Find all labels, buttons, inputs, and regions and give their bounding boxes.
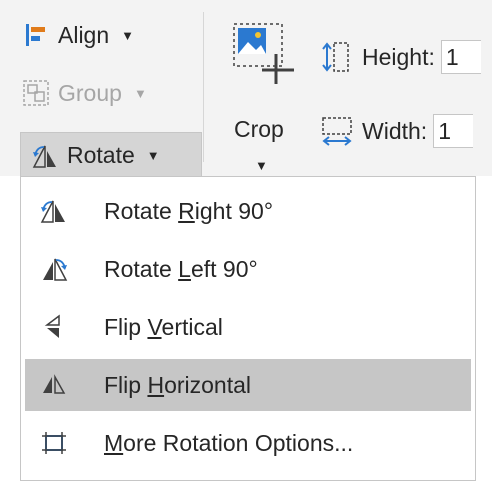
rotate-icon xyxy=(31,142,59,170)
rotate-button[interactable]: Rotate ▼ xyxy=(20,132,202,178)
menu-item-more-rotation-options[interactable]: More Rotation Options... xyxy=(25,417,471,469)
crop-button[interactable]: Crop ▼ xyxy=(226,20,312,175)
rotate-left-icon xyxy=(37,252,71,286)
menu-item-label: Rotate Left 90° xyxy=(104,255,258,282)
chevron-down-icon: ▼ xyxy=(121,27,135,43)
height-input[interactable]: 1 xyxy=(440,40,481,74)
height-control: Height: 1 xyxy=(320,40,481,74)
menu-item-label: Flip Vertical xyxy=(104,313,223,340)
width-icon xyxy=(320,114,354,148)
chevron-down-icon: ▼ xyxy=(255,158,268,173)
menu-item-rotate-right-90[interactable]: Rotate Right 90° xyxy=(25,185,471,237)
group-label: Group xyxy=(58,79,122,106)
menu-item-rotate-left-90[interactable]: Rotate Left 90° xyxy=(25,243,471,295)
ribbon-separator xyxy=(203,12,204,162)
rotate-dropdown-menu: Rotate Right 90° Rotate Left 90° Flip Ve… xyxy=(20,176,476,481)
menu-item-flip-vertical[interactable]: Flip Vertical xyxy=(25,301,471,353)
menu-item-flip-horizontal[interactable]: Flip Horizontal xyxy=(25,359,471,411)
flip-vertical-icon xyxy=(37,310,71,344)
crop-label: Crop xyxy=(234,116,284,142)
menu-item-label: Flip Horizontal xyxy=(104,371,252,398)
group-icon xyxy=(22,79,50,107)
rotate-label: Rotate xyxy=(67,142,135,168)
crop-icon xyxy=(232,20,296,90)
group-button[interactable]: Group ▼ xyxy=(22,76,147,110)
height-icon xyxy=(320,40,354,74)
chevron-down-icon: ▼ xyxy=(133,85,147,101)
menu-item-label: Rotate Right 90° xyxy=(104,197,274,224)
rotate-right-icon xyxy=(37,194,71,228)
chevron-down-icon: ▼ xyxy=(146,148,160,163)
height-label: Height: xyxy=(362,43,435,70)
width-control: Width: 1 xyxy=(320,114,474,148)
width-label: Width: xyxy=(362,117,428,144)
more-rotation-options-icon xyxy=(37,426,71,460)
width-input[interactable]: 1 xyxy=(433,114,474,148)
align-icon xyxy=(22,21,50,49)
menu-item-label: More Rotation Options... xyxy=(104,429,354,456)
flip-horizontal-icon xyxy=(37,368,71,402)
align-button[interactable]: Align ▼ xyxy=(22,18,134,52)
align-label: Align xyxy=(58,21,110,48)
